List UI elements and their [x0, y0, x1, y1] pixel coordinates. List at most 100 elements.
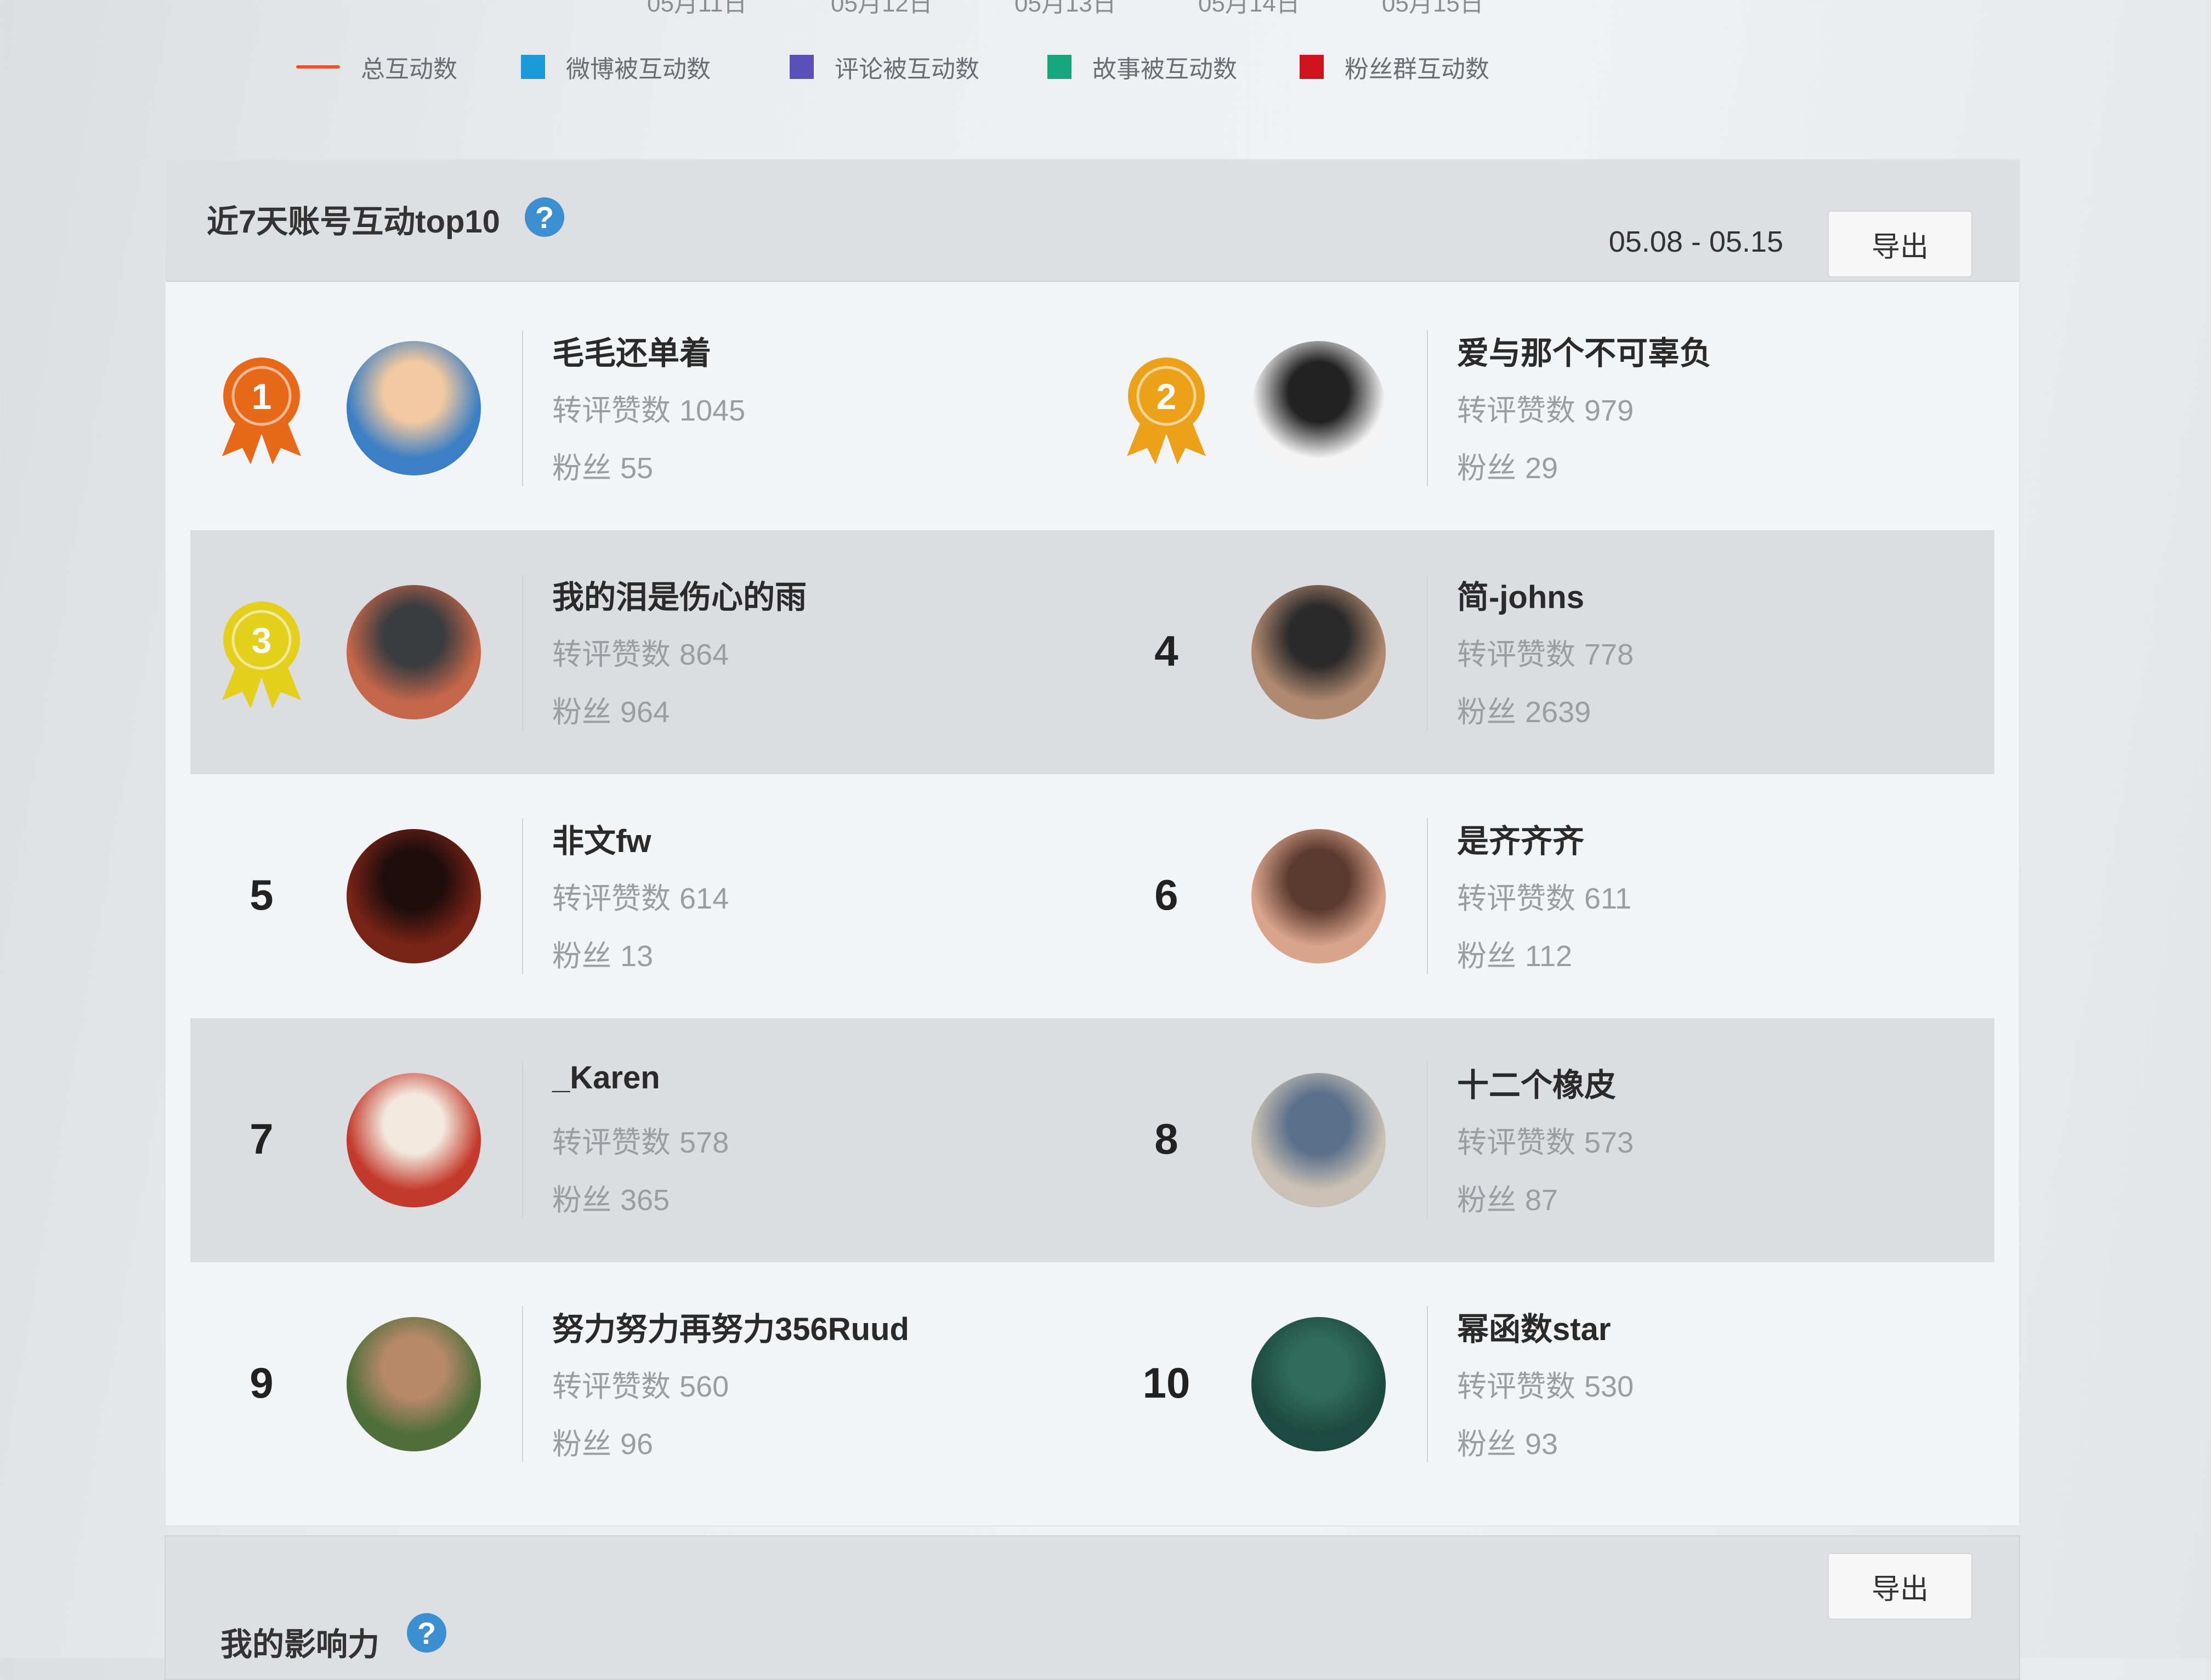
avatar[interactable]: [347, 341, 481, 475]
legend-item[interactable]: 微博被互动数: [521, 49, 711, 84]
interaction-count-value: 614: [679, 882, 729, 915]
avatar[interactable]: [347, 585, 481, 719]
fan-count-value: 365: [620, 1184, 670, 1217]
avatar[interactable]: [1251, 341, 1386, 475]
rank-entry[interactable]: 8 十二个橡皮 转评赞数 573 粉丝 87: [1095, 1018, 1994, 1262]
interaction-count-label: 转评赞数: [552, 638, 671, 671]
user-name[interactable]: 努力努力再努力356Ruud: [552, 1303, 909, 1349]
rank-entry[interactable]: 9 努力努力再努力356Ruud 转评赞数 560 粉丝 96: [190, 1262, 1090, 1506]
medal-rank-number: 1: [252, 376, 272, 417]
influence-title: 我的影响力: [220, 1627, 380, 1662]
avatar[interactable]: [1251, 585, 1386, 719]
fan-count-value: 55: [620, 452, 654, 485]
fan-count-label: 粉丝: [552, 452, 611, 485]
interaction-count: 转评赞数 864: [552, 630, 729, 673]
legend-item[interactable]: 总互动数: [296, 49, 457, 84]
rank-entry[interactable]: 7 _Karen 转评赞数 578 粉丝 365: [190, 1018, 1090, 1262]
date-tick-label: 05月13日: [1014, 0, 1116, 17]
date-tick-label: 05月11日: [647, 0, 747, 17]
divider: [522, 1062, 523, 1218]
rank-entry[interactable]: 5 非文fw 转评赞数 614 粉丝 13: [190, 774, 1090, 1018]
top10-title: 近7天账号互动top10: [207, 204, 500, 240]
user-name[interactable]: 幂函数star: [1457, 1303, 1611, 1349]
interaction-count: 转评赞数 530: [1457, 1362, 1634, 1405]
legend-color-marker: [1300, 55, 1324, 79]
rank-number: 7: [250, 1115, 274, 1163]
fan-count-label: 粉丝: [552, 696, 611, 729]
fan-count-label: 粉丝: [1457, 452, 1516, 485]
legend-item[interactable]: 故事被互动数: [1047, 49, 1237, 84]
date-range: 05.08 - 05.15: [1608, 225, 1783, 258]
legend-color-marker: [1047, 55, 1072, 79]
export-button[interactable]: 导出: [1828, 211, 1972, 277]
interaction-count-value: 560: [679, 1370, 729, 1403]
rank-entry[interactable]: 4 简-johns 转评赞数 778 粉丝 2639: [1095, 530, 1994, 774]
fan-count-value: 112: [1525, 940, 1573, 973]
interaction-count-label: 转评赞数: [1457, 638, 1575, 671]
interaction-count: 转评赞数 578: [552, 1118, 729, 1161]
rank-row: 7 _Karen 转评赞数 578 粉丝 365 8 十二个橡皮 转评赞数 573 粉丝 87: [190, 1018, 1994, 1262]
rank-entry[interactable]: 2 爱与那个不可辜负转评赞数 979 粉丝 29: [1095, 286, 1994, 530]
interaction-count-label: 转评赞数: [1457, 1126, 1575, 1159]
divider: [1427, 574, 1428, 730]
interaction-count-label: 转评赞数: [552, 1126, 671, 1159]
divider: [522, 1306, 523, 1462]
interaction-count-value: 979: [1584, 394, 1634, 427]
fan-count: 粉丝 112: [1457, 932, 1572, 975]
interaction-count: 转评赞数 611: [1457, 874, 1631, 917]
divider: [522, 330, 523, 486]
rank-entry[interactable]: 10 幂函数star 转评赞数 530 粉丝 93: [1095, 1262, 1994, 1506]
fan-count: 粉丝 365: [552, 1176, 670, 1219]
user-name[interactable]: 是齐齐齐: [1457, 815, 1584, 861]
user-name[interactable]: 爱与那个不可辜负: [1457, 327, 1711, 373]
user-name[interactable]: 毛毛还单着: [552, 327, 711, 373]
avatar[interactable]: [1251, 829, 1386, 963]
avatar[interactable]: [1251, 1073, 1386, 1207]
avatar[interactable]: [347, 1317, 481, 1451]
influence-help-icon[interactable]: ?: [407, 1613, 446, 1653]
date-tick-label: 05月15日: [1382, 0, 1484, 17]
rank-number: 5: [250, 871, 274, 919]
influence-export-button[interactable]: 导出: [1828, 1553, 1972, 1620]
interaction-count-label: 转评赞数: [1457, 394, 1575, 427]
rank-number: 10: [1142, 1359, 1190, 1407]
fan-count-label: 粉丝: [1457, 1428, 1516, 1461]
fan-count-value: 29: [1525, 452, 1558, 485]
rank-row: 1 毛毛还单着转评赞数 1045 粉丝 55 2 爱与那个不可辜负转评赞数 979 粉丝 29: [190, 286, 1994, 530]
user-name[interactable]: 非文fw: [552, 815, 651, 861]
rank-entry[interactable]: 1 毛毛还单着转评赞数 1045 粉丝 55: [190, 286, 1090, 530]
divider: [522, 818, 523, 974]
user-name[interactable]: 简-johns: [1457, 571, 1584, 617]
user-name[interactable]: 十二个橡皮: [1457, 1059, 1616, 1105]
fan-count-value: 87: [1525, 1184, 1558, 1217]
fan-count-label: 粉丝: [1457, 1184, 1516, 1217]
rank-entry[interactable]: 3 我的泪是伤心的雨 转评赞数 864 粉丝 964: [190, 530, 1090, 774]
legend-item[interactable]: 评论被互动数: [790, 49, 979, 84]
divider: [1427, 818, 1428, 974]
divider: [1427, 1306, 1428, 1462]
legend-label: 故事被互动数: [1092, 56, 1237, 83]
fan-count: 粉丝 2639: [1457, 688, 1591, 731]
fan-count-label: 粉丝: [552, 1184, 611, 1217]
date-tick-label: 05月12日: [831, 0, 933, 17]
medal-icon: 2: [1127, 357, 1206, 464]
interaction-count-value: 864: [679, 638, 729, 671]
legend-label: 粉丝群互动数: [1345, 56, 1489, 83]
user-name[interactable]: _Karen: [552, 1059, 660, 1096]
divider: [1427, 330, 1428, 486]
avatar[interactable]: [347, 829, 481, 963]
avatar[interactable]: [1251, 1317, 1386, 1451]
medal-rank-number: 2: [1156, 376, 1177, 417]
interaction-count-value: 578: [679, 1126, 729, 1159]
user-name[interactable]: 我的泪是伤心的雨: [552, 571, 807, 617]
fan-count: 粉丝 55: [552, 444, 653, 487]
interaction-count: 转评赞数 1045: [552, 386, 745, 429]
interaction-count-value: 611: [1584, 882, 1632, 915]
fan-count-label: 粉丝: [1457, 696, 1516, 729]
legend-item[interactable]: 粉丝群互动数: [1300, 49, 1489, 84]
help-icon[interactable]: ?: [525, 197, 564, 237]
legend-color-marker: [790, 55, 814, 79]
rank-entry[interactable]: 6 是齐齐齐 转评赞数 611 粉丝 112: [1095, 774, 1994, 1018]
avatar[interactable]: [347, 1073, 481, 1207]
interaction-count-label: 转评赞数: [552, 1370, 671, 1403]
